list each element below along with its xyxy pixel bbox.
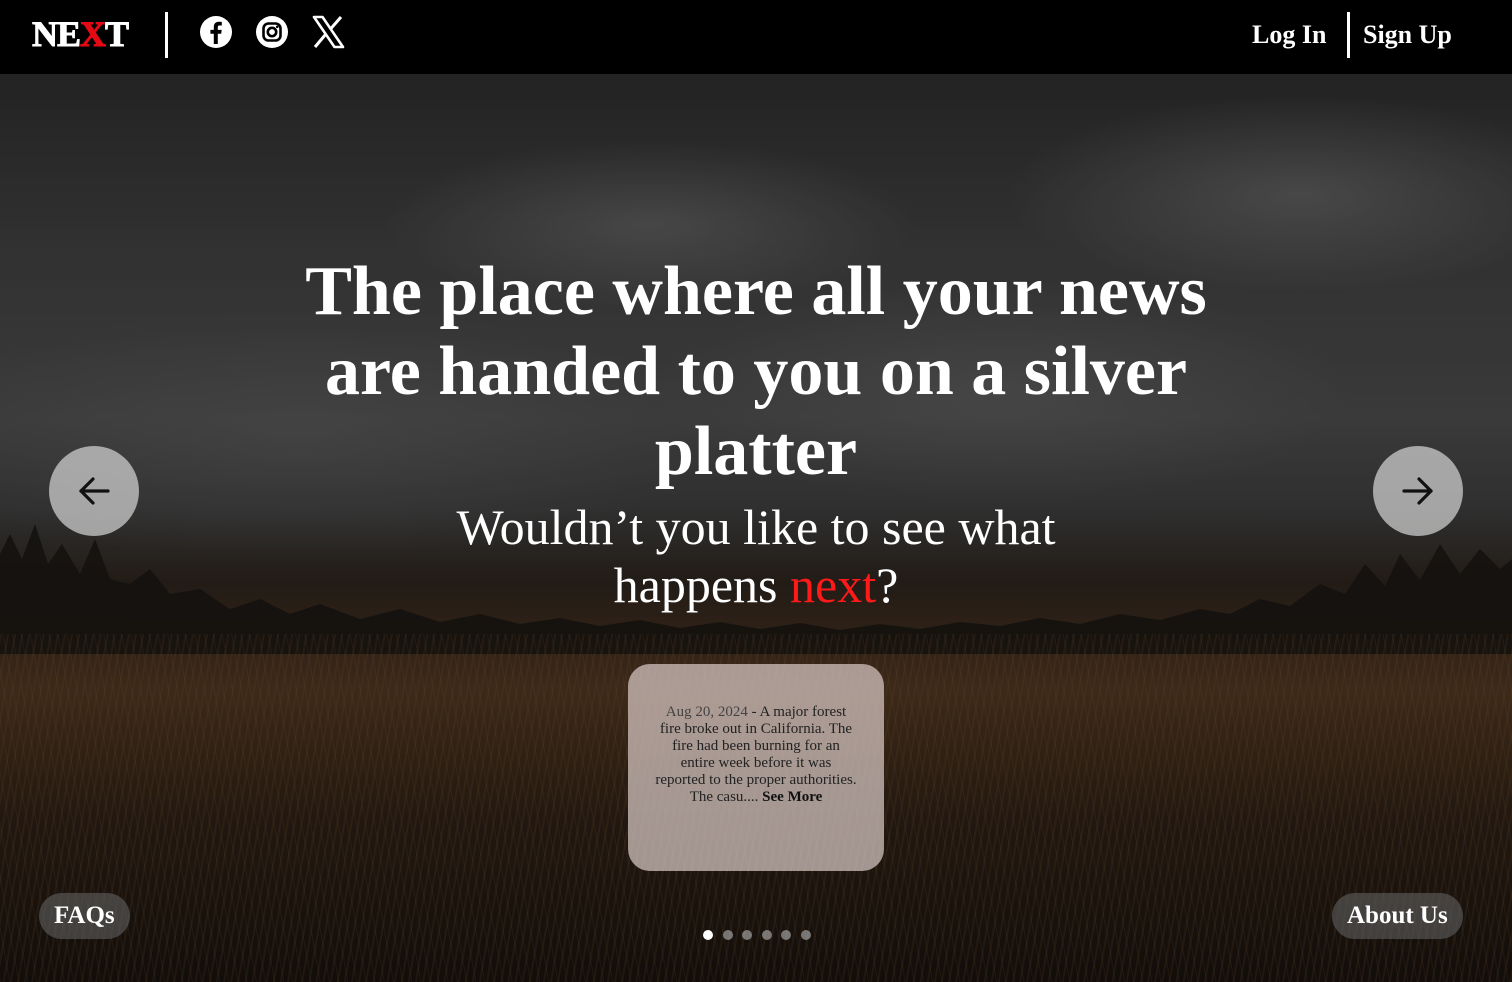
carousel-indicators [703,930,813,942]
carousel-dot[interactable] [761,930,772,940]
logo-suffix: T [105,14,130,55]
signup-button[interactable]: Sign Up [1363,18,1452,52]
auth-divider [1347,12,1350,58]
subline-text: Wouldn’t you like to see what happens [456,499,1056,613]
next-logo[interactable]: NEXT [31,14,130,55]
previous-slide-button[interactable] [49,446,139,536]
see-more-link[interactable]: See More [762,789,822,805]
logo-accent: X [80,14,107,55]
news-date: Aug 20, 2024 [665,704,748,720]
news-separator: - [747,704,760,720]
arrow-left-icon [79,477,110,505]
subline-accent: next [790,557,877,613]
about-us-button[interactable]: About Us [1332,893,1463,939]
logo-divider [165,12,168,58]
faqs-button[interactable]: FAQs [39,893,130,939]
next-slide-button[interactable] [1373,446,1463,536]
logo-prefix: NE [31,14,81,55]
instagram-icon[interactable] [254,14,290,50]
carousel-dot[interactable] [742,930,752,940]
carousel-dot[interactable] [722,930,733,940]
carousel-dot[interactable] [703,930,713,940]
carousel-dot[interactable] [781,930,791,940]
hero-section: The place where all your news are handed… [0,74,1512,982]
hero-subline: Wouldn’t you like to see what happens ne… [406,498,1106,614]
arrow-right-icon [1402,477,1433,505]
carousel-dot[interactable] [800,930,811,940]
news-card[interactable]: Aug 20, 2024 - A major forest fire broke… [628,664,884,871]
x-icon[interactable] [310,14,346,50]
facebook-icon[interactable] [198,14,234,50]
top-nav-bar: NEXT Log In Sign Up [0,0,1512,74]
subline-end: ? [876,557,899,613]
login-button[interactable]: Log In [1252,18,1326,52]
hero-headline: The place where all your news are handed… [305,253,1207,490]
